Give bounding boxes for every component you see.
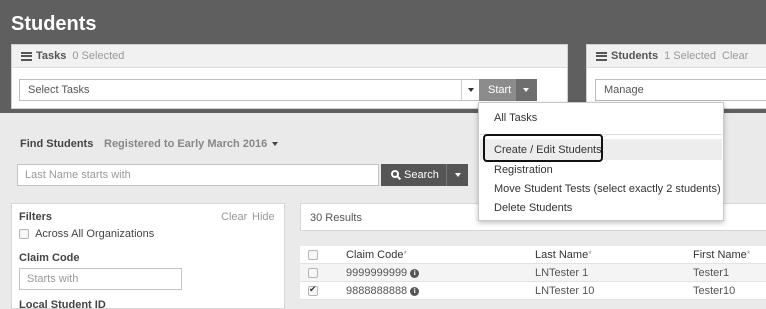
- find-students-label: Find Students: [20, 138, 94, 150]
- highlight-outline: [483, 134, 603, 162]
- start-dropdown-menu: All Tasks Create / Edit Students Registr…: [478, 102, 724, 221]
- select-all-checkbox[interactable]: [308, 249, 318, 261]
- search-icon-handle: [396, 175, 402, 181]
- col-header-last-name[interactable]: Last Name*: [535, 249, 592, 261]
- select-tasks-value: Select Tasks: [28, 84, 90, 96]
- manage-value: Manage: [604, 84, 644, 96]
- select-tasks-dropdown[interactable]: Select Tasks: [19, 79, 480, 101]
- filters-panel: Filters Clear Hide Across All Organizati…: [11, 203, 285, 309]
- students-selected-count: 1 Selected: [664, 50, 717, 62]
- tasks-panel-header: Tasks 0 Selected: [12, 45, 567, 68]
- menu-item-all-tasks[interactable]: All Tasks: [494, 112, 537, 124]
- students-panel-header: Students 1 Selected Clear: [587, 45, 766, 68]
- tasks-title: Tasks: [36, 50, 67, 62]
- filters-clear-link[interactable]: Clear: [221, 211, 247, 223]
- students-clear-link[interactable]: Clear: [722, 50, 748, 62]
- info-icon[interactable]: i: [410, 268, 420, 278]
- row-claim-code: 9888888888 i: [346, 285, 420, 297]
- row-checkbox[interactable]: [308, 267, 318, 279]
- row-first-name: Tester1: [693, 267, 730, 279]
- menu-item-registration[interactable]: Registration: [494, 164, 553, 176]
- search-button-label: Search: [404, 169, 439, 181]
- chevron-down-icon: [455, 173, 461, 177]
- manage-dropdown[interactable]: Manage: [595, 79, 766, 101]
- table-row[interactable]: 9888888888i LNTester 10 Tester10: [300, 282, 766, 300]
- across-all-checkbox[interactable]: [19, 229, 29, 240]
- students-title: Students: [611, 50, 659, 62]
- last-name-search-input[interactable]: Last Name starts with: [17, 164, 379, 186]
- across-all-label: Across All Organizations: [35, 228, 155, 240]
- filters-hide-link[interactable]: Hide: [252, 211, 275, 223]
- filters-title: Filters: [19, 211, 53, 223]
- select-tasks-caret[interactable]: [461, 80, 479, 100]
- start-split-caret[interactable]: [516, 79, 537, 101]
- registration-window-label: Registered to Early March 2016: [104, 138, 268, 150]
- tasks-panel: Tasks 0 Selected Select Tasks Start: [11, 44, 568, 109]
- row-claim-code: 9999999999 i: [346, 267, 420, 279]
- info-icon[interactable]: i: [410, 286, 420, 296]
- search-split-caret[interactable]: [446, 164, 468, 186]
- claim-code-placeholder: Starts with: [27, 273, 79, 285]
- col-header-first-name[interactable]: First Name*: [693, 249, 750, 261]
- list-icon: [21, 51, 32, 61]
- start-button-label: Start: [488, 84, 512, 96]
- row-first-name: Tester10: [693, 285, 736, 297]
- results-count: 30 Results: [310, 212, 362, 224]
- last-name-search-placeholder: Last Name starts with: [25, 169, 131, 181]
- tasks-selected-count: 0 Selected: [72, 50, 125, 62]
- list-icon: [596, 51, 607, 61]
- start-button[interactable]: Start: [479, 79, 537, 101]
- table-header-row: Claim Code* Last Name* First Name*: [300, 246, 766, 264]
- claim-code-input[interactable]: Starts with: [19, 268, 182, 290]
- row-last-name: LNTester 1: [535, 267, 589, 279]
- row-checkbox[interactable]: [308, 284, 318, 297]
- chevron-down-icon: [272, 142, 279, 147]
- chevron-down-icon: [523, 88, 529, 92]
- menu-item-delete-students[interactable]: Delete Students: [494, 202, 572, 214]
- menu-item-move-student-tests[interactable]: Move Student Tests (select exactly 2 stu…: [494, 183, 721, 195]
- local-student-id-label: Local Student ID: [19, 299, 106, 309]
- col-header-claim-code[interactable]: Claim Code*: [346, 249, 407, 261]
- page-title: Students: [11, 13, 97, 35]
- row-last-name: LNTester 10: [535, 285, 595, 297]
- students-panel: Students 1 Selected Clear Manage: [586, 44, 766, 109]
- registration-window-dropdown[interactable]: Registered to Early March 2016: [104, 138, 279, 150]
- table-row[interactable]: 9999999999 i LNTester 1 Tester1: [300, 264, 766, 282]
- claim-code-label: Claim Code: [19, 252, 80, 264]
- chevron-down-icon: [468, 88, 474, 92]
- across-all-checkbox-row[interactable]: Across All Organizations: [19, 228, 154, 240]
- search-button[interactable]: Search: [381, 164, 468, 186]
